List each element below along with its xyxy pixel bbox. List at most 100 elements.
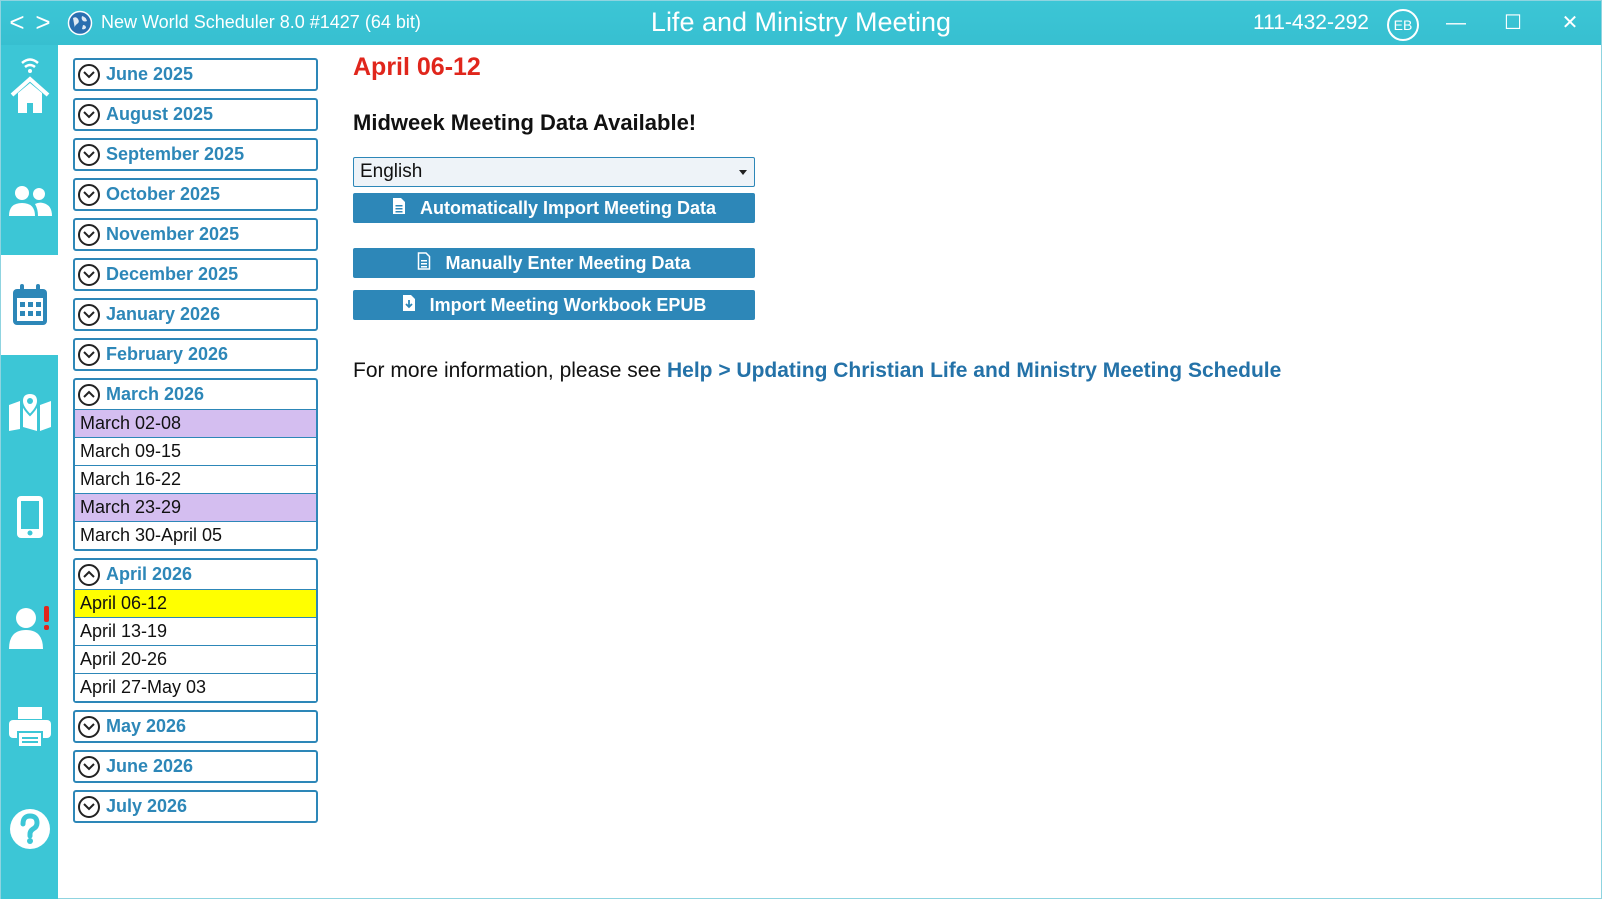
week-item[interactable]: April 20-26 — [75, 645, 316, 673]
month-header[interactable]: December 2025 — [75, 260, 316, 289]
rail-phone[interactable] — [1, 481, 58, 553]
title-bar: < > New World Scheduler 8.0 #1427 (64 bi… — [1, 1, 1601, 45]
month-group: April 2026 April 06-12 April 13-19 April 20… — [73, 558, 318, 703]
month-header[interactable]: March 2026 — [75, 380, 316, 409]
rail-user-alert[interactable] — [1, 591, 58, 663]
week-item[interactable]: March 02-08 — [75, 409, 316, 437]
rail-map[interactable] — [1, 375, 58, 447]
month-group: February 2026 — [73, 338, 318, 371]
month-group: September 2025 — [73, 138, 318, 171]
month-label: March 2026 — [106, 384, 205, 404]
week-item[interactable]: March 09-15 — [75, 437, 316, 465]
month-label: February 2026 — [106, 344, 229, 364]
month-label: April 2026 — [106, 564, 193, 584]
import-epub-label: Import Meeting Workbook EPUB — [429, 294, 707, 315]
month-list: June 2025 August 2025 September 2025 Octobe… — [73, 58, 318, 830]
chevron-down-icon — [78, 103, 100, 126]
month-header[interactable]: September 2025 — [75, 140, 316, 169]
week-item[interactable]: April 27-May 03 — [75, 673, 316, 701]
chevron-up-icon — [78, 563, 100, 586]
month-header[interactable]: May 2026 — [75, 712, 316, 741]
app-title: New World Scheduler 8.0 #1427 (64 bit) — [101, 12, 421, 32]
data-available-heading: Midweek Meeting Data Available! — [353, 110, 697, 135]
month-header[interactable]: April 2026 — [75, 560, 316, 589]
user-alert-icon — [8, 604, 52, 650]
month-header[interactable]: June 2025 — [75, 60, 316, 89]
chevron-down-icon — [78, 795, 100, 818]
month-group: March 2026 March 02-08 March 09-15 March 16… — [73, 378, 318, 551]
week-item[interactable]: March 30-April 05 — [75, 521, 316, 549]
chevron-down-icon — [78, 343, 100, 366]
manual-enter-label: Manually Enter Meeting Data — [445, 252, 691, 273]
chevron-down-icon — [78, 755, 100, 778]
close-button[interactable]: ✕ — [1547, 5, 1593, 41]
month-label: November 2025 — [106, 224, 240, 244]
auto-import-button[interactable]: Automatically Import Meeting Data — [353, 193, 755, 223]
month-group: January 2026 — [73, 298, 318, 331]
chevron-down-icon — [78, 183, 100, 206]
chevron-down-icon — [78, 715, 100, 738]
file-download-icon — [402, 294, 430, 317]
month-group: December 2025 — [73, 258, 318, 291]
month-group: June 2025 — [73, 58, 318, 91]
chevron-up-icon — [78, 383, 100, 406]
auto-import-label: Automatically Import Meeting Data — [419, 197, 717, 218]
month-group: July 2026 — [73, 790, 318, 823]
page-title: April 06-12 — [353, 53, 481, 81]
globe-icon — [67, 10, 93, 36]
back-arrow-icon[interactable]: < — [7, 9, 27, 37]
language-select-value: English — [360, 161, 423, 182]
manual-enter-button[interactable]: Manually Enter Meeting Data — [353, 248, 755, 278]
week-item[interactable]: March 16-22 — [75, 465, 316, 493]
week-item[interactable]: April 13-19 — [75, 617, 316, 645]
month-header[interactable]: August 2025 — [75, 100, 316, 129]
rail-people[interactable] — [1, 165, 58, 237]
month-header[interactable]: November 2025 — [75, 220, 316, 249]
rail-home[interactable] — [1, 47, 58, 121]
month-header[interactable]: February 2026 — [75, 340, 316, 369]
month-label: December 2025 — [106, 264, 239, 284]
month-label: June 2025 — [106, 64, 194, 84]
month-group: June 2026 — [73, 750, 318, 783]
month-header[interactable]: July 2026 — [75, 792, 316, 821]
chevron-down-icon — [78, 63, 100, 86]
help-link[interactable]: Help > Updating Christian Life and Minis… — [667, 359, 1281, 382]
minimize-button[interactable]: — — [1433, 5, 1479, 41]
month-label: September 2025 — [106, 144, 245, 164]
import-epub-button[interactable]: Import Meeting Workbook EPUB — [353, 290, 755, 320]
map-icon — [8, 391, 52, 431]
month-header[interactable]: January 2026 — [75, 300, 316, 329]
info-prefix: For more information, please see — [353, 359, 662, 382]
nav-rail — [1, 45, 58, 899]
month-group: November 2025 — [73, 218, 318, 251]
document-outline-icon — [417, 251, 445, 275]
forward-arrow-icon[interactable]: > — [33, 9, 53, 37]
caret-down-icon — [739, 170, 747, 175]
chevron-down-icon — [78, 223, 100, 246]
rail-help[interactable] — [1, 793, 58, 865]
language-select[interactable]: English — [353, 157, 755, 187]
id-code: 111-432-292 — [1253, 11, 1369, 34]
month-label: May 2026 — [106, 716, 187, 736]
month-label: January 2026 — [106, 304, 221, 324]
help-info-text: For more information, please see Help > … — [353, 359, 1281, 383]
app-window: < > New World Scheduler 8.0 #1427 (64 bi… — [0, 0, 1602, 899]
month-group: August 2025 — [73, 98, 318, 131]
month-header[interactable]: October 2025 — [75, 180, 316, 209]
rail-calendar[interactable] — [1, 255, 58, 355]
home-icon — [9, 51, 51, 117]
month-label: July 2026 — [106, 796, 188, 816]
user-avatar[interactable]: EB — [1387, 9, 1419, 41]
chevron-down-icon — [78, 303, 100, 326]
calendar-icon — [11, 283, 49, 327]
week-item[interactable]: April 06-12 — [75, 589, 316, 617]
maximize-button[interactable]: ☐ — [1490, 5, 1536, 41]
month-label: August 2025 — [106, 104, 214, 124]
document-icon — [392, 197, 420, 220]
month-label: October 2025 — [106, 184, 221, 204]
week-item[interactable]: March 23-29 — [75, 493, 316, 521]
rail-print[interactable] — [1, 691, 58, 763]
month-label: June 2026 — [106, 756, 194, 776]
month-header[interactable]: June 2026 — [75, 752, 316, 781]
chevron-down-icon — [78, 263, 100, 286]
